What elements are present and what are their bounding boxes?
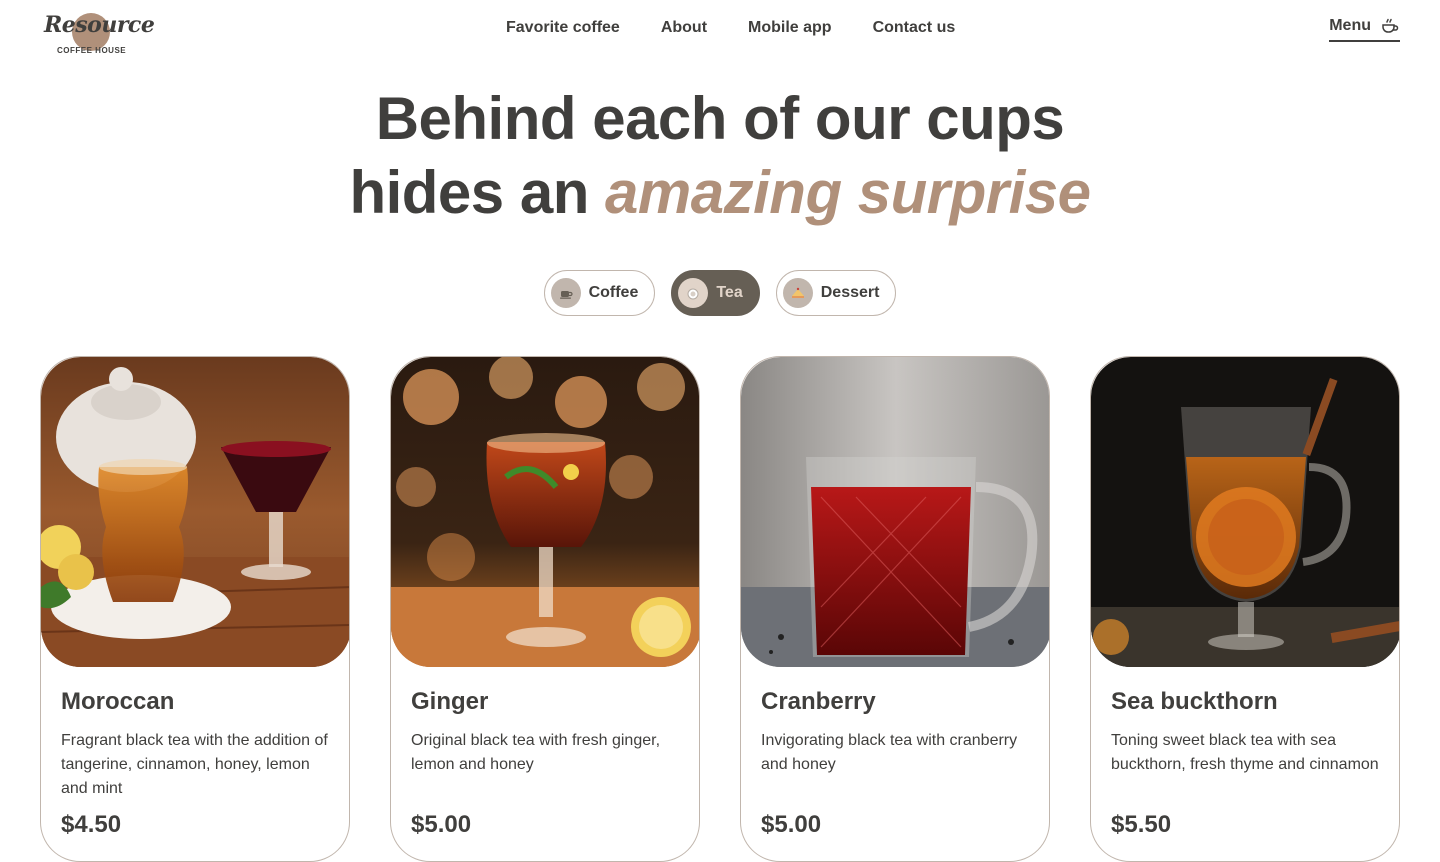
menu-label: Menu [1329,17,1371,34]
menu-button[interactable]: Menu [1329,16,1400,42]
product-description: Toning sweet black tea with sea buckthor… [1111,732,1379,773]
logo[interactable]: Resource COFFEE HOUSE [44,8,155,58]
product-price: $5.50 [1111,811,1172,838]
tab-coffee-label: Coffee [588,284,639,301]
product-image [41,357,349,667]
tea-icon [678,278,709,308]
product-name: Ginger [411,688,489,715]
product-image [1091,357,1399,667]
product-card[interactable]: Ginger Original black tea with fresh gin… [390,356,700,862]
tab-coffee[interactable]: Coffee [543,270,656,316]
product-price: $4.50 [61,811,122,838]
product-card[interactable]: Cranberry Invigorating black tea with cr… [740,356,1050,862]
tab-tea[interactable]: Tea [671,270,760,316]
hero-heading: Behind each of our cups hides an amazing… [0,82,1440,230]
product-image [391,357,699,667]
main-nav: Favorite coffee About Mobile app Contact… [506,18,955,38]
hero-line-2-accent: amazing surprise [605,159,1091,226]
product-image [741,357,1049,667]
header: Resource COFFEE HOUSE Favorite coffee Ab… [0,0,1440,60]
category-tabs: Coffee Tea Dessert [0,270,1440,316]
nav-contact-us[interactable]: Contact us [873,18,956,38]
product-price: $5.00 [411,811,472,838]
tab-tea-label: Tea [716,284,743,301]
hero-line-1: Behind each of our cups [375,85,1065,152]
product-grid: Moroccan Fragrant black tea with the add… [40,356,1400,862]
product-description: Fragrant black tea with the addition of … [61,732,328,797]
logo-subtitle: COFFEE HOUSE [57,46,127,55]
product-description: Original black tea with fresh ginger, le… [411,732,661,773]
tab-dessert-label: Dessert [820,284,880,301]
product-name: Moroccan [61,688,175,715]
product-name: Cranberry [761,688,876,715]
hero-line-2-plain: hides an [349,159,606,226]
product-name: Sea buckthorn [1111,688,1278,715]
nav-favorite-coffee[interactable]: Favorite coffee [506,18,620,38]
dessert-icon [782,278,813,308]
product-card[interactable]: Sea buckthorn Toning sweet black tea wit… [1090,356,1400,862]
product-description: Invigorating black tea with cranberry an… [761,732,1018,773]
coffee-cup-icon [1382,18,1399,33]
logo-script: Resource [44,12,155,38]
coffee-icon [550,278,581,308]
tab-dessert[interactable]: Dessert [775,270,897,316]
product-card[interactable]: Moroccan Fragrant black tea with the add… [40,356,350,862]
product-price: $5.00 [761,811,822,838]
nav-about[interactable]: About [661,18,707,38]
nav-mobile-app[interactable]: Mobile app [748,18,832,38]
